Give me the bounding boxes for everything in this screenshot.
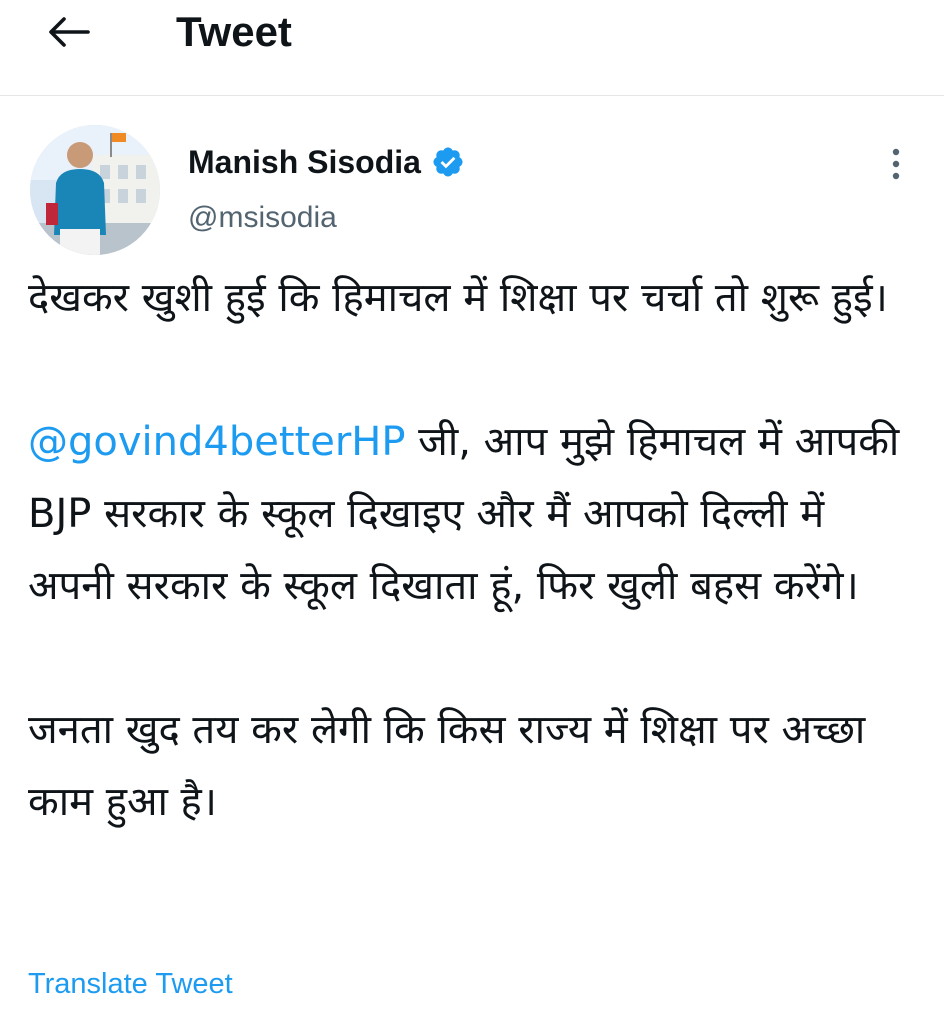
tweet-paragraph-3: जनता खुद तय कर लेगी कि किस राज्य में शिक… [28, 707, 866, 825]
translate-tweet-link[interactable]: Translate Tweet [28, 964, 233, 1004]
author-name[interactable]: Manish Sisodia [188, 142, 465, 182]
verified-badge-icon [433, 147, 463, 177]
arrow-left-icon [49, 17, 90, 47]
avatar[interactable] [30, 125, 160, 255]
tweet-paragraph-1: देखकर खुशी हुई कि हिमाचल में शिक्षा पर च… [28, 275, 888, 321]
author-name-text: Manish Sisodia [188, 144, 421, 180]
more-options-button[interactable] [876, 142, 916, 186]
mention-link[interactable]: @govind4betterHP [28, 419, 405, 465]
author-handle[interactable]: @msisodia [188, 198, 337, 238]
more-vertical-icon [892, 148, 900, 180]
tweet-paragraph-2: @govind4betterHP जी, आप मुझे हिमाचल में … [28, 406, 918, 622]
tweet-text: देखकर खुशी हुई कि हिमाचल में शिक्षा पर च… [28, 262, 918, 838]
page-title: Tweet [176, 8, 292, 55]
profile-photo [30, 125, 160, 255]
top-bar: Tweet [0, 0, 944, 96]
back-button[interactable] [40, 10, 96, 54]
